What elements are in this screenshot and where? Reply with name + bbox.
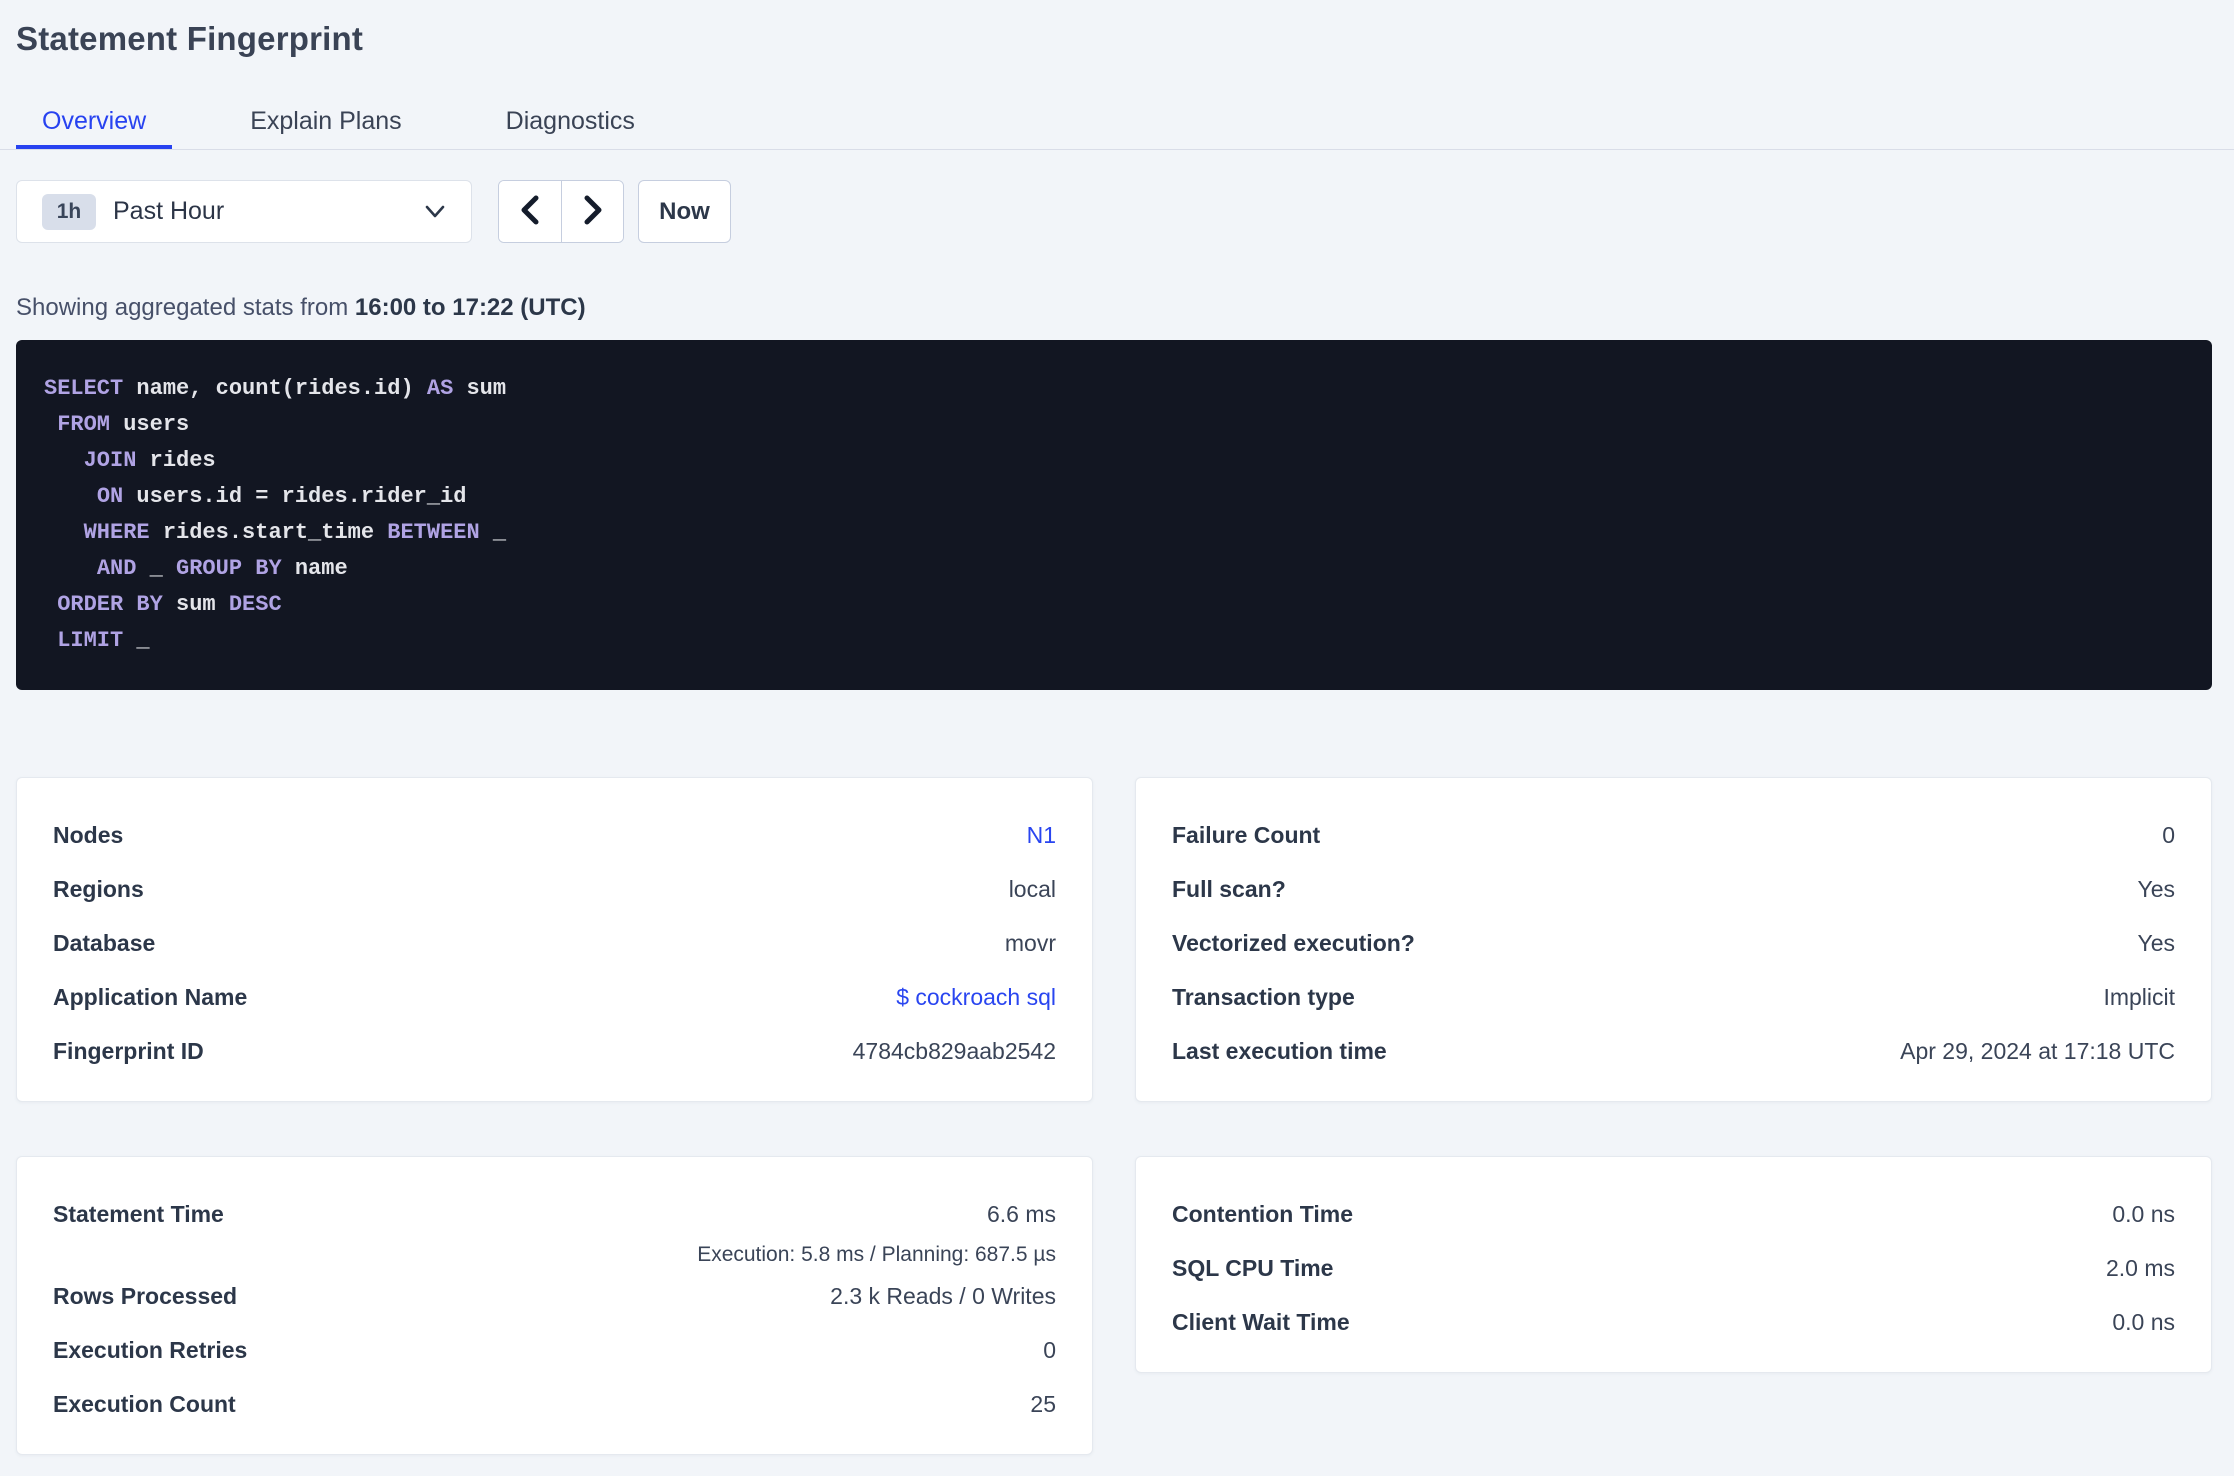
aggregated-stats-prefix: Showing aggregated stats from [16,294,349,321]
detail-row-last-execution-time: Last execution time Apr 29, 2024 at 17:1… [1172,1024,2175,1078]
detail-row-full-scan: Full scan? Yes [1172,862,2175,916]
row-label: Transaction type [1172,984,1355,1010]
row-value: 0.0 ns [2112,1201,2175,1227]
row-value: Implicit [2103,984,2175,1010]
detail-row-database: Database movr [53,916,1056,970]
statement-fingerprint-page: Statement Fingerprint Overview Explain P… [0,18,2234,1455]
detail-row-sql-cpu-time: SQL CPU Time 2.0 ms [1172,1241,2175,1295]
row-label: Contention Time [1172,1201,1354,1227]
detail-row-contention-time: Contention Time 0.0 ns [1172,1187,2175,1241]
page-title: Statement Fingerprint [16,20,364,57]
now-button[interactable]: Now [638,180,731,243]
overview-cards: Nodes N1 Regions local Database movr App… [16,777,2212,1455]
row-value: 0 [1043,1337,1056,1363]
row-value: 0.0 ns [2112,1309,2175,1335]
row-value: 2.0 ms [2105,1255,2175,1281]
detail-row-fingerprint-id: Fingerprint ID 4784cb829aab2542 [53,1024,1056,1078]
aggregated-stats-caption: Showing aggregated stats from 16:00 to 1… [16,292,2212,324]
row-value: 0 [2162,822,2175,848]
time-step-buttons [498,180,624,243]
detail-row-vectorized-execution: Vectorized execution? Yes [1172,916,2175,970]
detail-row-transaction-type: Transaction type Implicit [1172,970,2175,1024]
detail-row-client-wait-time: Client Wait Time 0.0 ns [1172,1295,2175,1349]
row-label: Vectorized execution? [1172,930,1415,956]
tab-overview[interactable]: Overview [16,95,173,149]
row-value: Apr 29, 2024 at 17:18 UTC [1900,1038,2175,1064]
row-label: Database [53,930,156,956]
time-range-label: Past Hour [113,197,225,225]
detail-row-nodes: Nodes N1 [53,808,1056,862]
detail-row-execution-count: Execution Count 25 [53,1377,1056,1431]
execution-attributes-card: Failure Count 0 Full scan? Yes Vectorize… [1135,777,2212,1102]
detail-row-rows-processed: Rows Processed 2.3 k Reads / 0 Writes [53,1269,1056,1323]
row-value: 4784cb829aab2542 [852,1038,1056,1064]
resource-time-card: Contention Time 0.0 ns SQL CPU Time 2.0 … [1135,1156,2212,1373]
row-label: Rows Processed [53,1283,238,1309]
previous-time-button[interactable] [499,181,561,242]
sql-statement-box: SELECT name, count(rides.id) AS sum FROM… [16,340,2212,690]
application-name-link[interactable]: $ cockroach sql [896,970,1056,1024]
detail-row-execution-retries: Execution Retries 0 [53,1323,1056,1377]
row-value: 2.3 k Reads / 0 Writes [830,1283,1056,1309]
row-label: Last execution time [1172,1038,1387,1064]
row-label: Full scan? [1172,876,1286,902]
chevron-left-icon [517,194,543,229]
row-value-stack: 6.6 ms Execution: 5.8 ms / Planning: 687… [697,1187,1056,1269]
row-value: 25 [1030,1391,1056,1417]
row-label: SQL CPU Time [1172,1255,1334,1281]
row-value: Yes [2137,876,2175,902]
chevron-right-icon [580,194,606,229]
time-range-badge: 1h [42,193,96,230]
aggregated-stats-range: 16:00 to 17:22 (UTC) [354,294,586,321]
detail-row-regions: Regions local [53,862,1056,916]
row-value: movr [1004,930,1056,956]
row-label: Execution Count [53,1391,236,1417]
time-range-picker[interactable]: 1h Past Hour [16,180,472,243]
tab-diagnostics[interactable]: Diagnostics [480,95,661,149]
time-toolbar: 1h Past Hour Now [16,180,2212,243]
row-label: Statement Time [53,1201,224,1227]
detail-row-statement-time: Statement Time 6.6 ms Execution: 5.8 ms … [53,1187,1056,1269]
row-label: Fingerprint ID [53,1038,204,1064]
row-subvalue: Execution: 5.8 ms / Planning: 687.5 µs [697,1243,1056,1266]
row-value: local [1008,876,1056,902]
row-value: Yes [2137,930,2175,956]
row-value: 6.6 ms [986,1201,1056,1227]
nodes-link[interactable]: N1 [1027,808,1056,862]
detail-row-application-name: Application Name $ cockroach sql [53,970,1056,1024]
row-label: Regions [53,876,144,902]
row-label: Client Wait Time [1172,1309,1350,1335]
row-label: Nodes [53,822,124,848]
next-time-button[interactable] [561,181,623,242]
row-label: Failure Count [1172,822,1321,848]
sql-code: SELECT name, count(rides.id) AS sum FROM… [44,376,507,653]
statement-details-card: Nodes N1 Regions local Database movr App… [16,777,1093,1102]
row-label: Execution Retries [53,1337,248,1363]
tab-bar: Overview Explain Plans Diagnostics [0,95,2234,150]
statement-timing-card: Statement Time 6.6 ms Execution: 5.8 ms … [16,1156,1093,1455]
detail-row-failure-count: Failure Count 0 [1172,808,2175,862]
tab-explain-plans[interactable]: Explain Plans [224,95,427,149]
row-label: Application Name [53,984,248,1010]
chevron-down-icon [423,204,447,220]
